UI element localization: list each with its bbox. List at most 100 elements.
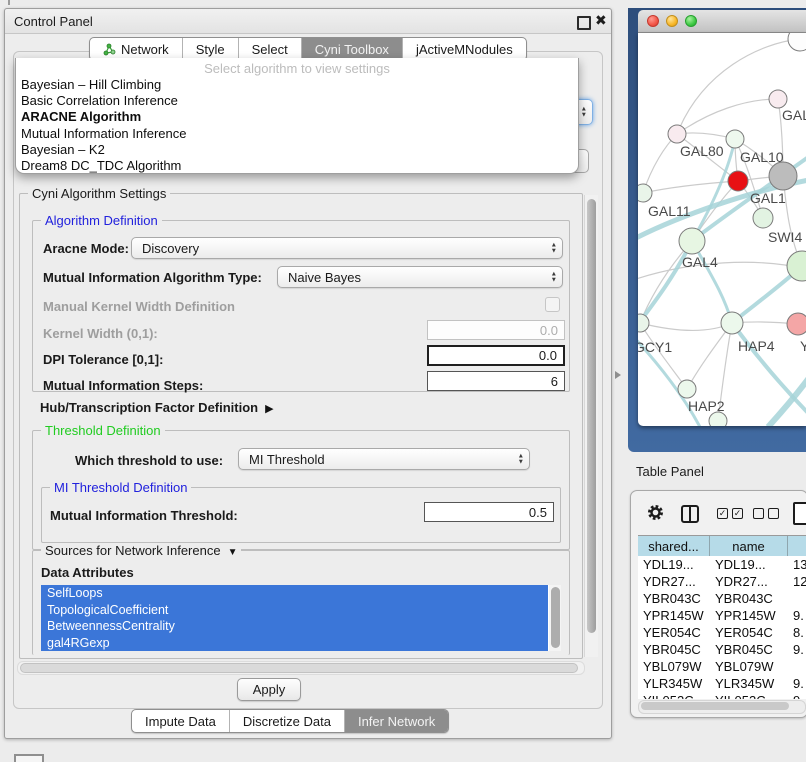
table-row[interactable]: YPR145WYPR145W9. (638, 607, 806, 624)
which-threshold-combobox[interactable]: MI Threshold ▲▼ (238, 448, 530, 470)
tab-infer-network[interactable]: Infer Network (345, 710, 448, 732)
settings-horizontal-scrollbar-thumb[interactable] (20, 663, 578, 673)
algorithm-option[interactable]: ARACNE Algorithm (16, 109, 578, 125)
network-node[interactable] (679, 228, 705, 254)
hub-definition-toggle[interactable]: Hub/Transcription Factor Definition▶ (40, 400, 274, 415)
table-row[interactable]: YBR043CYBR043C (638, 590, 806, 607)
network-edge[interactable] (640, 323, 687, 389)
tab-cyni-toolbox[interactable]: Cyni Toolbox (302, 38, 403, 60)
table-row[interactable]: YBL079WYBL079W (638, 658, 806, 675)
table-cell: 9. (788, 692, 806, 699)
algorithm-option[interactable]: Bayesian – K2 (16, 142, 578, 158)
control-panel-titlebar[interactable]: Control Panel ✖ (5, 9, 611, 34)
tab-jactivemnodules[interactable]: jActiveMNodules (403, 38, 526, 60)
network-edge[interactable] (640, 323, 732, 331)
minimize-button[interactable] (666, 15, 678, 27)
network-node[interactable] (788, 33, 806, 51)
float-window-icon[interactable] (577, 16, 591, 30)
table-row[interactable]: YBR045CYBR045C9. (638, 641, 806, 658)
sources-group-title[interactable]: Sources for Network Inference▼ (41, 543, 241, 558)
network-node[interactable] (638, 314, 649, 332)
mi-threshold-field[interactable]: 0.5 (424, 502, 554, 522)
algorithm-option[interactable]: Mutual Information Inference (16, 126, 578, 142)
algorithm-option[interactable]: Bayesian – Hill Climbing (16, 77, 578, 93)
settings-vertical-scrollbar[interactable] (584, 195, 598, 657)
table-cell: YDR27... (710, 573, 788, 590)
tab-style[interactable]: Style (183, 38, 239, 60)
network-node[interactable] (728, 171, 748, 191)
manual-kernel-checkbox[interactable] (545, 297, 560, 312)
column-header-name[interactable]: name (710, 536, 788, 556)
threshold-definition-group: Threshold Definition Which threshold to … (32, 430, 570, 550)
mi-steps-field[interactable]: 6 (427, 371, 565, 391)
apply-button[interactable]: Apply (237, 678, 301, 701)
column-header-shared-name[interactable]: shared... (638, 536, 710, 556)
select-all-icon[interactable]: ✓✓ (717, 508, 743, 519)
network-node[interactable] (769, 162, 797, 190)
mi-type-combobox[interactable]: Naive Bayes ▲▼ (277, 266, 563, 288)
table-cell: YBR045C (710, 641, 788, 658)
network-node[interactable] (668, 125, 686, 143)
network-node[interactable] (769, 90, 787, 108)
network-node[interactable] (678, 380, 696, 398)
table-horizontal-scrollbar[interactable] (638, 700, 806, 714)
network-node[interactable] (709, 412, 727, 426)
column-header-cut[interactable] (788, 536, 806, 556)
data-attribute-item[interactable]: SelfLoops (41, 585, 548, 602)
data-attribute-item[interactable]: TopologicalCoefficient (41, 602, 548, 619)
data-attributes-label: Data Attributes (41, 565, 134, 580)
table-cell (788, 658, 806, 675)
minimized-panel-icon[interactable] (14, 754, 44, 762)
new-document-icon[interactable] (793, 502, 806, 525)
network-canvas-svg[interactable]: GALGAL80GAL10GAL1GAL11SWI4GAL4GCY1HAP4YH… (638, 33, 806, 426)
table-cell: YER054C (638, 624, 710, 641)
table-row[interactable]: YDL19...YDL19...13 (638, 556, 806, 573)
list-scrollbar-thumb[interactable] (551, 587, 560, 648)
zoom-button[interactable] (685, 15, 697, 27)
dpi-tolerance-field[interactable]: 0.0 (427, 345, 565, 366)
close-button[interactable] (647, 15, 659, 27)
table-row[interactable]: YLR345WYLR345W9. (638, 675, 806, 692)
gear-icon[interactable] (647, 504, 664, 526)
kernel-width-field[interactable]: 0.0 (427, 320, 565, 340)
data-attribute-item[interactable]: gal4RGexp (41, 635, 548, 652)
network-edge[interactable] (643, 134, 677, 193)
table-row[interactable]: YIL052CYIL052C9. (638, 692, 806, 699)
tab-network[interactable]: Network (90, 38, 183, 60)
table-body[interactable]: YDL19...YDL19...13YDR27...YDR27...12YBR0… (638, 556, 806, 699)
table-horizontal-scrollbar-thumb[interactable] (641, 702, 789, 710)
network-node[interactable] (753, 208, 773, 228)
aracne-mode-combobox[interactable]: Discovery ▲▼ (131, 237, 563, 259)
network-edge[interactable] (643, 181, 738, 193)
settings-horizontal-scrollbar[interactable] (17, 661, 585, 675)
settings-vertical-scrollbar-thumb[interactable] (587, 199, 596, 633)
network-edge[interactable] (687, 323, 732, 389)
network-node[interactable] (787, 313, 806, 335)
data-attributes-list[interactable]: SelfLoopsTopologicalCoefficientBetweenne… (41, 585, 561, 651)
tab-impute-data[interactable]: Impute Data (132, 710, 230, 732)
table-row[interactable]: YDR27...YDR27...12 (638, 573, 806, 590)
mouse-cursor (615, 371, 621, 379)
deselect-all-icon[interactable] (753, 508, 779, 519)
list-scrollbar[interactable] (549, 585, 561, 651)
network-node[interactable] (638, 184, 652, 202)
split-view-icon[interactable] (681, 505, 699, 523)
network-node[interactable] (721, 312, 743, 334)
control-panel-window: Control Panel ✖ Network Style Select (4, 8, 612, 739)
close-icon[interactable]: ✖ (595, 12, 607, 29)
algorithm-option[interactable]: Dream8 DC_TDC Algorithm (16, 158, 578, 174)
data-attribute-item[interactable]: BetweennessCentrality (41, 618, 548, 635)
mi-type-label: Mutual Information Algorithm Type: (43, 270, 262, 285)
tab-discretize-data[interactable]: Discretize Data (230, 710, 345, 732)
network-window-titlebar[interactable] (638, 10, 806, 33)
algorithm-dropdown-list: Bayesian – Hill ClimbingBasic Correlatio… (16, 77, 578, 174)
table-row[interactable]: YER054CYER054C8. (638, 624, 806, 641)
network-edge-highlighted[interactable] (768, 371, 806, 426)
which-threshold-label: Which threshold to use: (75, 453, 223, 468)
network-canvas[interactable]: GALGAL80GAL10GAL1GAL11SWI4GAL4GCY1HAP4YH… (638, 33, 806, 426)
table-cell: YIL052C (638, 692, 710, 699)
tab-select[interactable]: Select (239, 38, 302, 60)
network-node[interactable] (726, 130, 744, 148)
collapsed-arrow-icon: ▶ (265, 403, 273, 415)
algorithm-option[interactable]: Basic Correlation Inference (16, 93, 578, 109)
